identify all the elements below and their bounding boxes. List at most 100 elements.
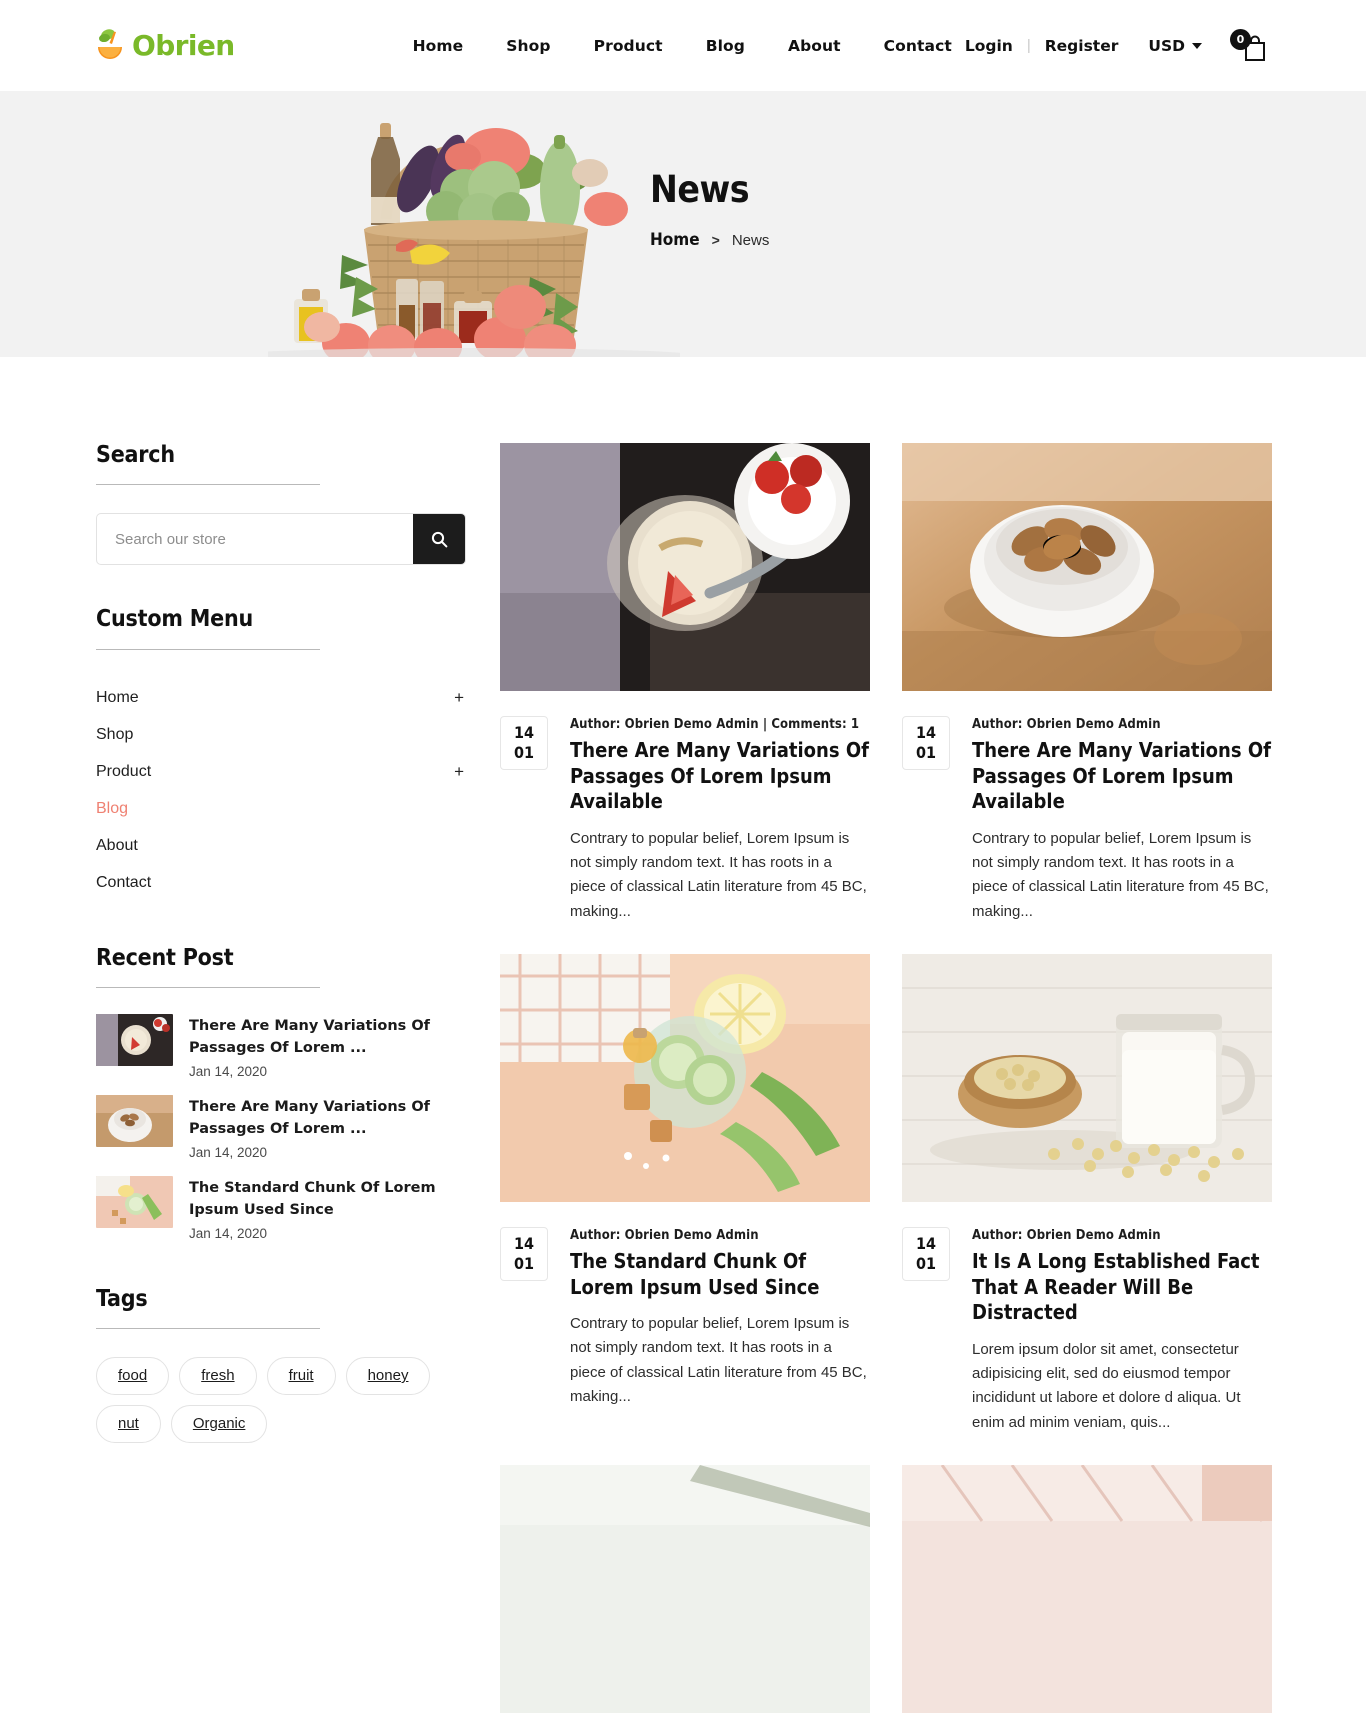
post-excerpt: Contrary to popular belief, Lorem Ipsum …: [570, 829, 867, 920]
page-title: News: [650, 168, 750, 211]
nav-item-contact[interactable]: Contact: [884, 37, 952, 55]
nav-item-about[interactable]: About: [788, 37, 841, 55]
custom-menu-item-shop[interactable]: Shop: [96, 716, 466, 753]
recent-post-body: There Are Many Variations Of Passages Of…: [189, 1095, 461, 1160]
header-actions: Login | Register USD 0: [965, 28, 1270, 63]
post-meta: Author: Obrien Demo Admin: [972, 1227, 1161, 1243]
post-date-badge: 14 01: [500, 716, 548, 770]
custom-menu-link[interactable]: Blog: [96, 800, 128, 818]
register-link[interactable]: Register: [1045, 37, 1119, 55]
post-under: 14 01 Author: Obrien Demo Admin There Ar…: [902, 716, 1272, 924]
soy-milk-jar-image: [902, 953, 1272, 1202]
post-date-badge: 14 01: [902, 716, 950, 770]
chevron-right-icon: >: [711, 232, 720, 248]
vegetable-basket-image: [268, 123, 680, 357]
custom-menu-item-contact[interactable]: Contact: [96, 864, 466, 901]
recent-post-title-text[interactable]: There Are Many Variations Of Passages Of…: [189, 1015, 461, 1060]
list-item[interactable]: The Standard Chunk Of Lorem Ipsum Used S…: [96, 1175, 468, 1241]
post-date-day: 14: [915, 723, 937, 742]
partial-bottom-left-image: [500, 1464, 870, 1713]
custom-menu-item-about[interactable]: About: [96, 827, 466, 864]
post-meta: Author: Obrien Demo Admin: [972, 717, 1161, 732]
post-title[interactable]: The Standard Chunk Of Lorem Ipsum Used S…: [570, 1249, 870, 1300]
post-image[interactable]: [902, 953, 1272, 1202]
expand-plus-icon[interactable]: +: [454, 763, 464, 780]
post-image[interactable]: [500, 1464, 870, 1713]
expand-plus-icon[interactable]: +: [454, 689, 464, 706]
breadcrumb: Home > News: [650, 230, 769, 250]
tag-honey[interactable]: honey: [345, 1357, 431, 1395]
tag-fruit[interactable]: fruit: [266, 1357, 336, 1395]
widget-recent-post: Recent Post There Are Many Variations Of…: [96, 944, 468, 1241]
recent-post-title: Recent Post: [96, 944, 234, 971]
custom-menu-item-blog[interactable]: Blog: [96, 790, 466, 827]
widget-tags: Tags food fresh fruit honey nut Organic: [96, 1285, 468, 1443]
cucumber-aloe-lemon-image: [500, 953, 870, 1202]
blog-post-card: 14 01 Author: Obrien Demo Admin The Stan…: [500, 953, 870, 1435]
search-form: [96, 513, 466, 566]
post-date-day: 14: [513, 723, 535, 742]
tag-fresh[interactable]: fresh: [179, 1357, 257, 1395]
partial-bottom-right-image: [902, 1464, 1272, 1713]
cart-count-badge: 0: [1230, 28, 1251, 50]
nav-item-shop[interactable]: Shop: [506, 37, 550, 55]
post-image[interactable]: [902, 443, 1272, 691]
post-date-badge: 14 01: [902, 1226, 950, 1281]
recent-post-body: There Are Many Variations Of Passages Of…: [189, 1014, 461, 1079]
custom-menu-title: Custom Menu: [96, 606, 254, 633]
recent-post-title-text[interactable]: There Are Many Variations Of Passages Of…: [189, 1096, 461, 1141]
custom-menu-item-home[interactable]: Home +: [96, 679, 466, 716]
login-link[interactable]: Login: [965, 37, 1013, 55]
tags-title: Tags: [96, 1285, 148, 1312]
post-under: 14 01 Author: Obrien Demo Admin | Commen…: [500, 716, 870, 924]
recent-post-title-text[interactable]: The Standard Chunk Of Lorem Ipsum Used S…: [189, 1177, 461, 1222]
post-image[interactable]: [500, 953, 870, 1202]
cart-button[interactable]: 0: [1230, 28, 1270, 63]
nav-item-product[interactable]: Product: [594, 37, 663, 55]
tag-nut[interactable]: nut: [96, 1405, 161, 1443]
breadcrumb-current: News: [731, 231, 770, 249]
custom-menu-item-product[interactable]: Product +: [96, 753, 466, 790]
recent-post-thumbnail[interactable]: [96, 1175, 173, 1228]
breadcrumb-home[interactable]: Home: [650, 230, 700, 250]
post-date-day: 14: [513, 1233, 535, 1253]
custom-menu-link[interactable]: Home: [96, 689, 139, 707]
tag-organic[interactable]: Organic: [170, 1405, 268, 1443]
recent-post-thumbnail[interactable]: [96, 1094, 173, 1147]
site-logo[interactable]: Obrien: [96, 27, 235, 65]
recent-post-date: Jan 14, 2020: [189, 1144, 268, 1160]
post-grid: 14 01 Author: Obrien Demo Admin | Commen…: [500, 443, 1272, 1713]
post-title[interactable]: There Are Many Variations Of Passages Of…: [972, 738, 1272, 815]
post-body: Author: Obrien Demo Admin There Are Many…: [972, 716, 1272, 924]
search-input[interactable]: [97, 514, 413, 565]
list-item[interactable]: There Are Many Variations Of Passages Of…: [96, 1013, 468, 1079]
widget-search: Search: [96, 442, 468, 566]
post-date-month: 01: [513, 743, 535, 762]
post-date-day: 14: [915, 1233, 937, 1253]
recent-post-thumbnail[interactable]: [96, 1013, 173, 1066]
custom-menu-link[interactable]: Product: [96, 763, 151, 781]
yogurt-strawberry-image: [500, 443, 870, 691]
almonds-bowl-image: [902, 443, 1272, 691]
nav-item-blog[interactable]: Blog: [706, 37, 745, 55]
post-image[interactable]: [500, 443, 870, 691]
blog-post-card: 14 01 Author: Obrien Demo Admin | Commen…: [500, 443, 870, 924]
tag-food[interactable]: food: [96, 1357, 170, 1395]
blog-post-card: 14 01 Author: Obrien Demo Admin There Ar…: [902, 443, 1272, 924]
post-body: Author: Obrien Demo Admin The Standard C…: [570, 1227, 870, 1409]
custom-menu-link[interactable]: Contact: [96, 874, 151, 892]
post-under: 14 01 Author: Obrien Demo Admin The Stan…: [500, 1226, 870, 1409]
post-title[interactable]: There Are Many Variations Of Passages Of…: [570, 738, 870, 815]
nav-item-home[interactable]: Home: [413, 37, 464, 55]
blog-post-card: [902, 1464, 1272, 1713]
currency-selector[interactable]: USD: [1148, 37, 1202, 55]
blog-post-card: [500, 1464, 870, 1713]
post-image[interactable]: [902, 1464, 1272, 1713]
custom-menu-link[interactable]: About: [96, 837, 138, 855]
title-underline: [96, 648, 320, 650]
list-item[interactable]: There Are Many Variations Of Passages Of…: [96, 1094, 468, 1160]
post-excerpt: Contrary to popular belief, Lorem Ipsum …: [972, 829, 1269, 920]
search-submit-button[interactable]: [413, 514, 465, 565]
post-title[interactable]: It Is A Long Established Fact That A Rea…: [972, 1249, 1272, 1326]
custom-menu-link[interactable]: Shop: [96, 726, 133, 744]
